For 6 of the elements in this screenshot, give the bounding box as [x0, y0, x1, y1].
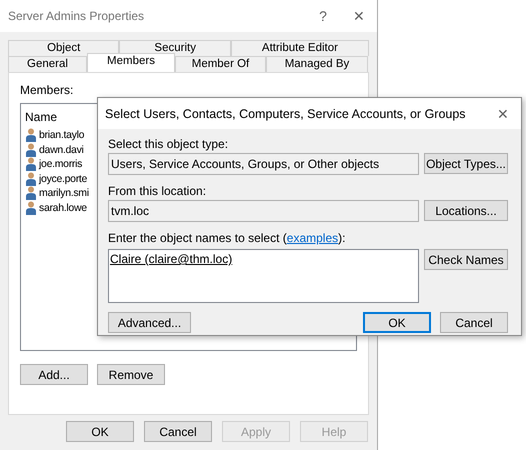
object-type-label: Select this object type:	[108, 137, 230, 151]
location-label: From this location:	[108, 184, 208, 198]
window-title: Server Admins Properties	[8, 9, 146, 23]
members-label: Members:	[20, 83, 74, 97]
object-names-label: Enter the object names to select (examples):	[108, 231, 346, 245]
dialog-title: Select Users, Contacts, Computers, Service Accounts, or Groups	[105, 106, 467, 120]
